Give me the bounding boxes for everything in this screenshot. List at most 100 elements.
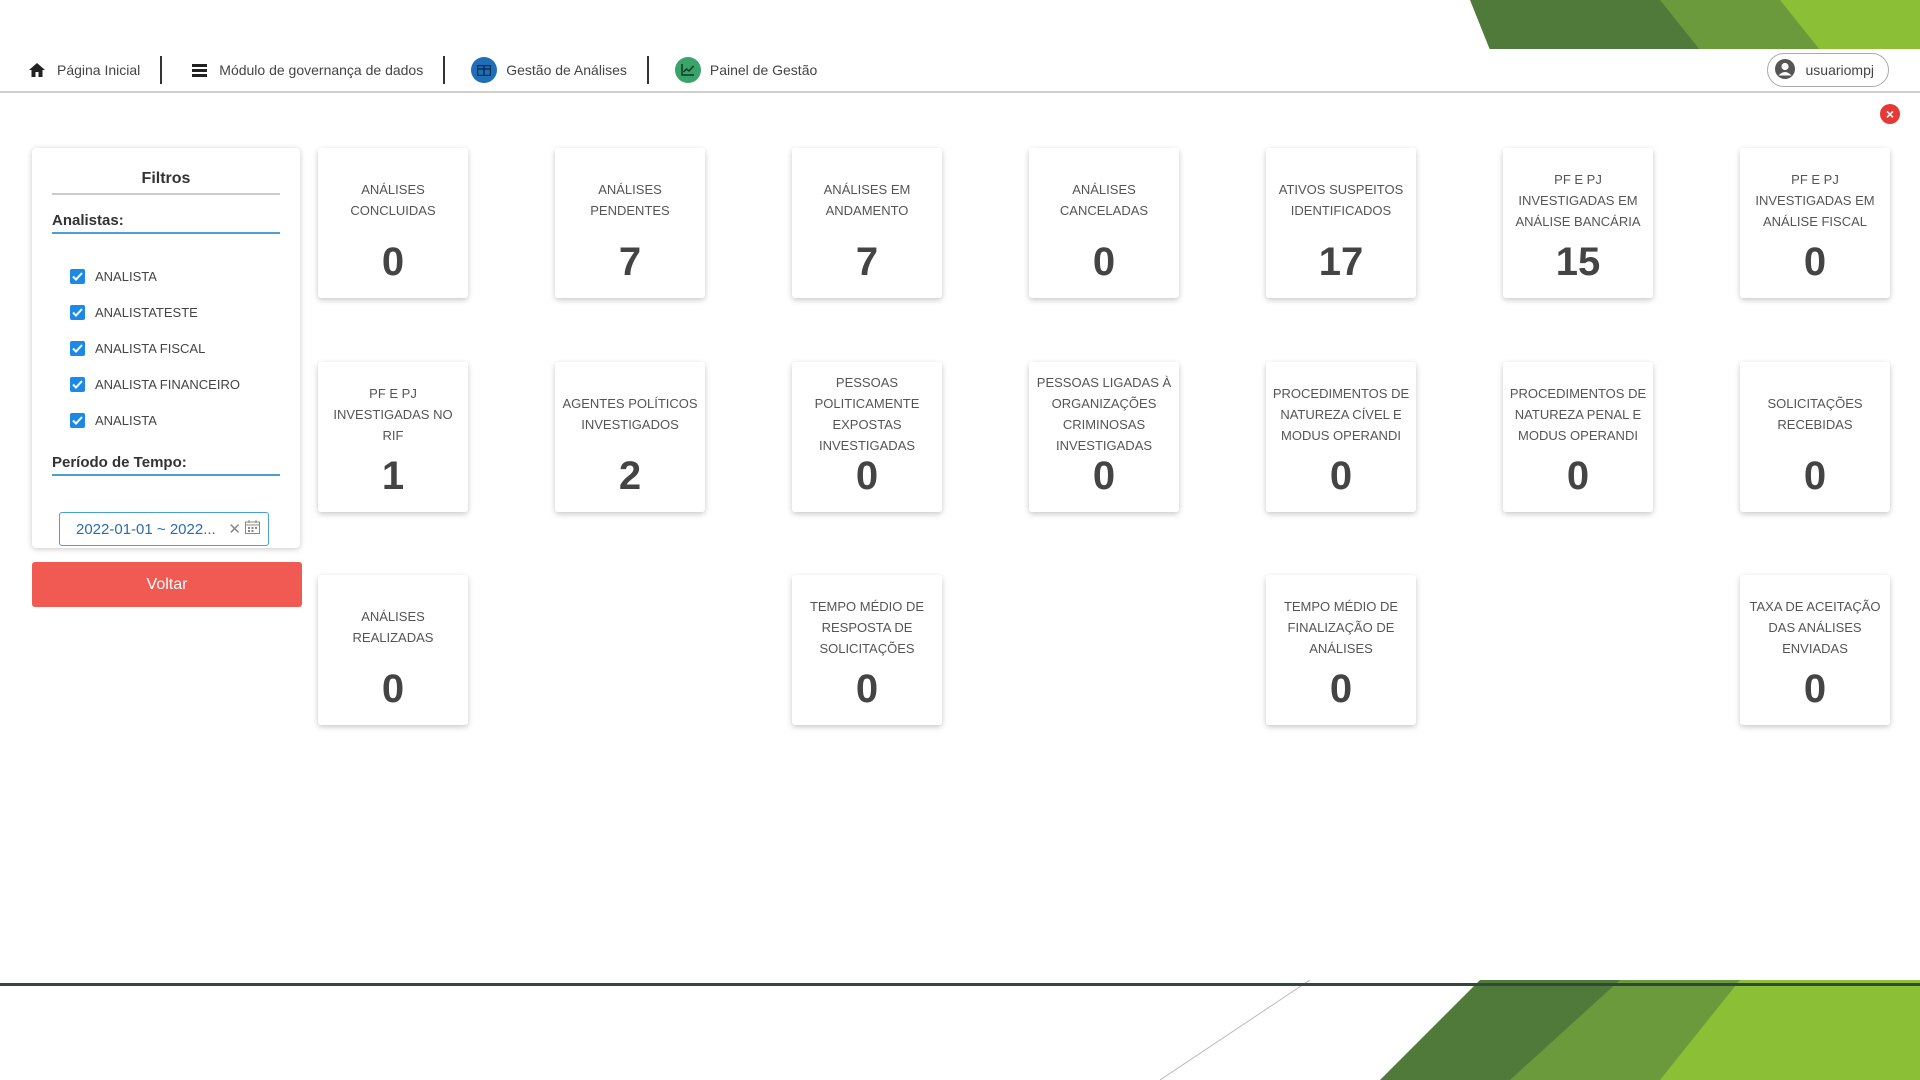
nav-item-painel-gestao[interactable]: Painel de Gestão — [649, 56, 837, 84]
decorative-banner-bottom — [1380, 980, 1920, 1080]
card-label: ANÁLISES CONCLUIDAS — [350, 182, 436, 218]
analyst-checkbox-row[interactable]: ANALISTA — [70, 258, 300, 294]
chart-icon — [674, 57, 701, 83]
card-label: TEMPO MÉDIO DE FINALIZAÇÃO DE ANÁLISES — [1283, 598, 1399, 656]
card-value: 0 — [1566, 454, 1590, 498]
analyst-checkbox-row[interactable]: ANALISTA FISCAL — [70, 330, 300, 366]
nav-item-modulo-governanca[interactable]: Módulo de governança de dados — [162, 56, 443, 84]
card-value: 7 — [855, 240, 879, 284]
nav-item-pagina-inicial[interactable]: Página Inicial — [0, 56, 160, 84]
date-range-input[interactable]: 2022-01-01 ~ 2022... ✕ — [59, 512, 269, 546]
analyst-label: ANALISTA — [95, 268, 157, 284]
card-pf-pj-fiscal: PF E PJ INVESTIGADAS EM ANÁLISE FISCAL 0 — [1740, 148, 1890, 298]
analyst-label: ANALISTA — [95, 412, 157, 428]
decorative-banner-top — [1470, 0, 1920, 50]
card-value: 1 — [381, 454, 405, 498]
analyst-checkbox-row[interactable]: ANALISTA FINANCEIRO — [70, 366, 300, 402]
card-label: PROCEDIMENTOS DE NATUREZA PENAL E MODUS … — [1509, 385, 1647, 443]
card-label: PROCEDIMENTOS DE NATUREZA CÍVEL E MODUS … — [1272, 385, 1410, 443]
card-analises-realizadas: ANÁLISES REALIZADAS 0 — [318, 575, 468, 725]
card-pessoas-expostas: PESSOAS POLITICAMENTE EXPOSTAS INVESTIGA… — [792, 362, 942, 512]
home-icon — [26, 59, 48, 81]
card-label: TEMPO MÉDIO DE RESPOSTA DE SOLICITAÇÕES — [809, 598, 925, 656]
top-navbar: Página Inicial Módulo de governança de d… — [0, 49, 1920, 93]
card-pf-pj-rif: PF E PJ INVESTIGADAS NO RIF 1 — [318, 362, 468, 512]
card-value: 7 — [618, 240, 642, 284]
card-label: PF E PJ INVESTIGADAS NO RIF — [333, 385, 453, 443]
card-value: 0 — [381, 667, 405, 711]
nav-label: Painel de Gestão — [709, 62, 818, 78]
card-tempo-finalizacao: TEMPO MÉDIO DE FINALIZAÇÃO DE ANÁLISES 0 — [1266, 575, 1416, 725]
card-proc-penal: PROCEDIMENTOS DE NATUREZA PENAL E MODUS … — [1503, 362, 1653, 512]
card-label: PESSOAS LIGADAS À ORGANIZAÇÕES CRIMINOSA… — [1036, 375, 1172, 453]
decorative-line — [1160, 980, 1310, 1080]
nav-label: Página Inicial — [57, 62, 141, 78]
analyst-checkbox-row[interactable]: ANALISTATESTE — [70, 294, 300, 330]
card-label: TAXA DE ACEITAÇÃO DAS ANÁLISES ENVIADAS — [1749, 598, 1881, 656]
user-menu-button[interactable]: usuariompj — [1766, 53, 1889, 87]
analysts-label: Analistas: — [52, 212, 280, 234]
close-icon[interactable]: × — [1880, 104, 1900, 124]
card-value: 0 — [1092, 454, 1116, 498]
card-value: 0 — [1329, 454, 1353, 498]
table-icon — [471, 57, 498, 83]
nav-label: Módulo de governança de dados — [219, 62, 424, 78]
card-value: 2 — [618, 454, 642, 498]
card-value: 17 — [1318, 240, 1364, 284]
frame-bottom-border — [0, 983, 1920, 986]
card-label: ANÁLISES REALIZADAS — [352, 609, 434, 645]
checkbox-checked-icon[interactable] — [70, 412, 85, 428]
username: usuariompj — [1805, 62, 1874, 78]
card-label: PF E PJ INVESTIGADAS EM ANÁLISE FISCAL — [1755, 171, 1875, 229]
card-solicitacoes-recebidas: SOLICITAÇÕES RECEBIDAS 0 — [1740, 362, 1890, 512]
checkbox-checked-icon[interactable] — [70, 340, 85, 356]
card-proc-civel: PROCEDIMENTOS DE NATUREZA CÍVEL E MODUS … — [1266, 362, 1416, 512]
nav-label: Gestão de Análises — [506, 62, 627, 78]
card-value: 0 — [381, 240, 405, 284]
card-value: 0 — [855, 454, 879, 498]
card-analises-pendentes: ANÁLISES PENDENTES 7 — [555, 148, 705, 298]
analysts-list: ANALISTA ANALISTATESTE ANALISTA FISCAL A… — [70, 258, 300, 438]
card-value: 0 — [1803, 454, 1827, 498]
calendar-icon[interactable] — [245, 520, 260, 538]
card-label: PESSOAS POLITICAMENTE EXPOSTAS INVESTIGA… — [814, 375, 920, 453]
period-label: Período de Tempo: — [52, 454, 280, 476]
card-tempo-resposta: TEMPO MÉDIO DE RESPOSTA DE SOLICITAÇÕES … — [792, 575, 942, 725]
card-label: SOLICITAÇÕES RECEBIDAS — [1767, 396, 1863, 432]
card-analises-andamento: ANÁLISES EM ANDAMENTO 7 — [792, 148, 942, 298]
card-label: ANÁLISES CANCELADAS — [1059, 182, 1149, 218]
analyst-label: ANALISTATESTE — [95, 304, 198, 320]
date-range-value: 2022-01-01 ~ 2022... — [76, 520, 216, 538]
card-label: PF E PJ INVESTIGADAS EM ANÁLISE BANCÁRIA — [1515, 171, 1641, 229]
checkbox-checked-icon[interactable] — [70, 376, 85, 392]
card-label: ANÁLISES EM ANDAMENTO — [823, 182, 911, 218]
card-pessoas-org-criminosas: PESSOAS LIGADAS À ORGANIZAÇÕES CRIMINOSA… — [1029, 362, 1179, 512]
nav-item-gestao-analises[interactable]: Gestão de Análises — [445, 56, 647, 84]
card-label: AGENTES POLÍTICOS INVESTIGADOS — [562, 396, 698, 432]
checkbox-checked-icon[interactable] — [70, 304, 85, 320]
voltar-button[interactable]: Voltar — [32, 562, 302, 607]
card-label: ATIVOS SUSPEITOS IDENTIFICADOS — [1278, 182, 1404, 218]
clear-icon[interactable]: ✕ — [228, 520, 241, 538]
card-value: 0 — [1803, 240, 1827, 284]
card-pf-pj-bancaria: PF E PJ INVESTIGADAS EM ANÁLISE BANCÁRIA… — [1503, 148, 1653, 298]
card-analises-canceladas: ANÁLISES CANCELADAS 0 — [1029, 148, 1179, 298]
card-analises-concluidas: ANÁLISES CONCLUIDAS 0 — [318, 148, 468, 298]
card-agentes-politicos: AGENTES POLÍTICOS INVESTIGADOS 2 — [555, 362, 705, 512]
checkbox-checked-icon[interactable] — [70, 268, 85, 284]
card-value: 0 — [1092, 240, 1116, 284]
card-value: 15 — [1555, 240, 1601, 284]
card-ativos-suspeitos: ATIVOS SUSPEITOS IDENTIFICADOS 17 — [1266, 148, 1416, 298]
card-label: ANÁLISES PENDENTES — [590, 182, 670, 218]
analyst-label: ANALISTA FISCAL — [95, 340, 206, 356]
card-value: 0 — [855, 667, 879, 711]
filter-title: Filtros — [52, 170, 280, 195]
card-taxa-aceitacao: TAXA DE ACEITAÇÃO DAS ANÁLISES ENVIADAS … — [1740, 575, 1890, 725]
analyst-checkbox-row[interactable]: ANALISTA — [70, 402, 300, 438]
card-value: 0 — [1329, 667, 1353, 711]
user-avatar-icon — [1774, 58, 1796, 83]
filter-panel: Filtros Analistas: ANALISTA ANALISTATEST… — [32, 148, 300, 548]
card-value: 0 — [1803, 667, 1827, 711]
analyst-label: ANALISTA FINANCEIRO — [95, 376, 240, 392]
list-icon — [188, 59, 210, 81]
